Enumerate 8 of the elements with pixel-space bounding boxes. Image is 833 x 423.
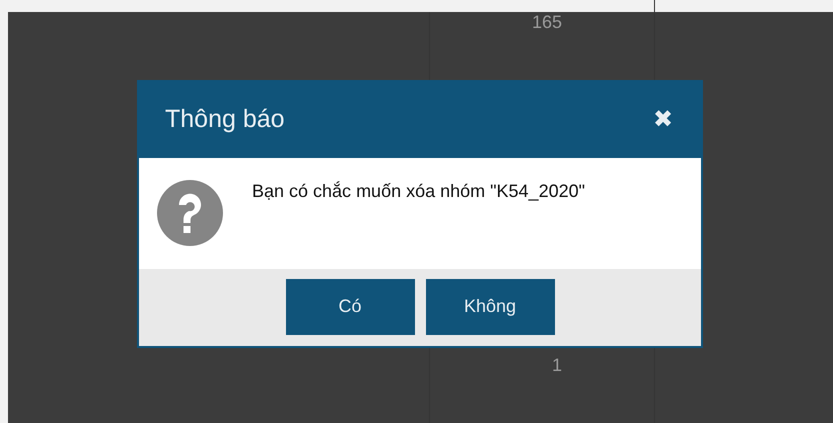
table-cell-text: 165 — [532, 11, 562, 34]
dialog-button[interactable]: Có — [286, 278, 414, 334]
question-icon — [157, 180, 223, 246]
dialog-button[interactable]: Không — [426, 278, 554, 334]
dialog-title: Thông báo — [165, 104, 285, 136]
close-button[interactable]: ✖ — [653, 108, 673, 132]
confirm-message: Bạn có chắc muốn xóa nhóm "K54_2020" — [252, 180, 585, 203]
table-cell-text: 1 — [552, 354, 562, 377]
